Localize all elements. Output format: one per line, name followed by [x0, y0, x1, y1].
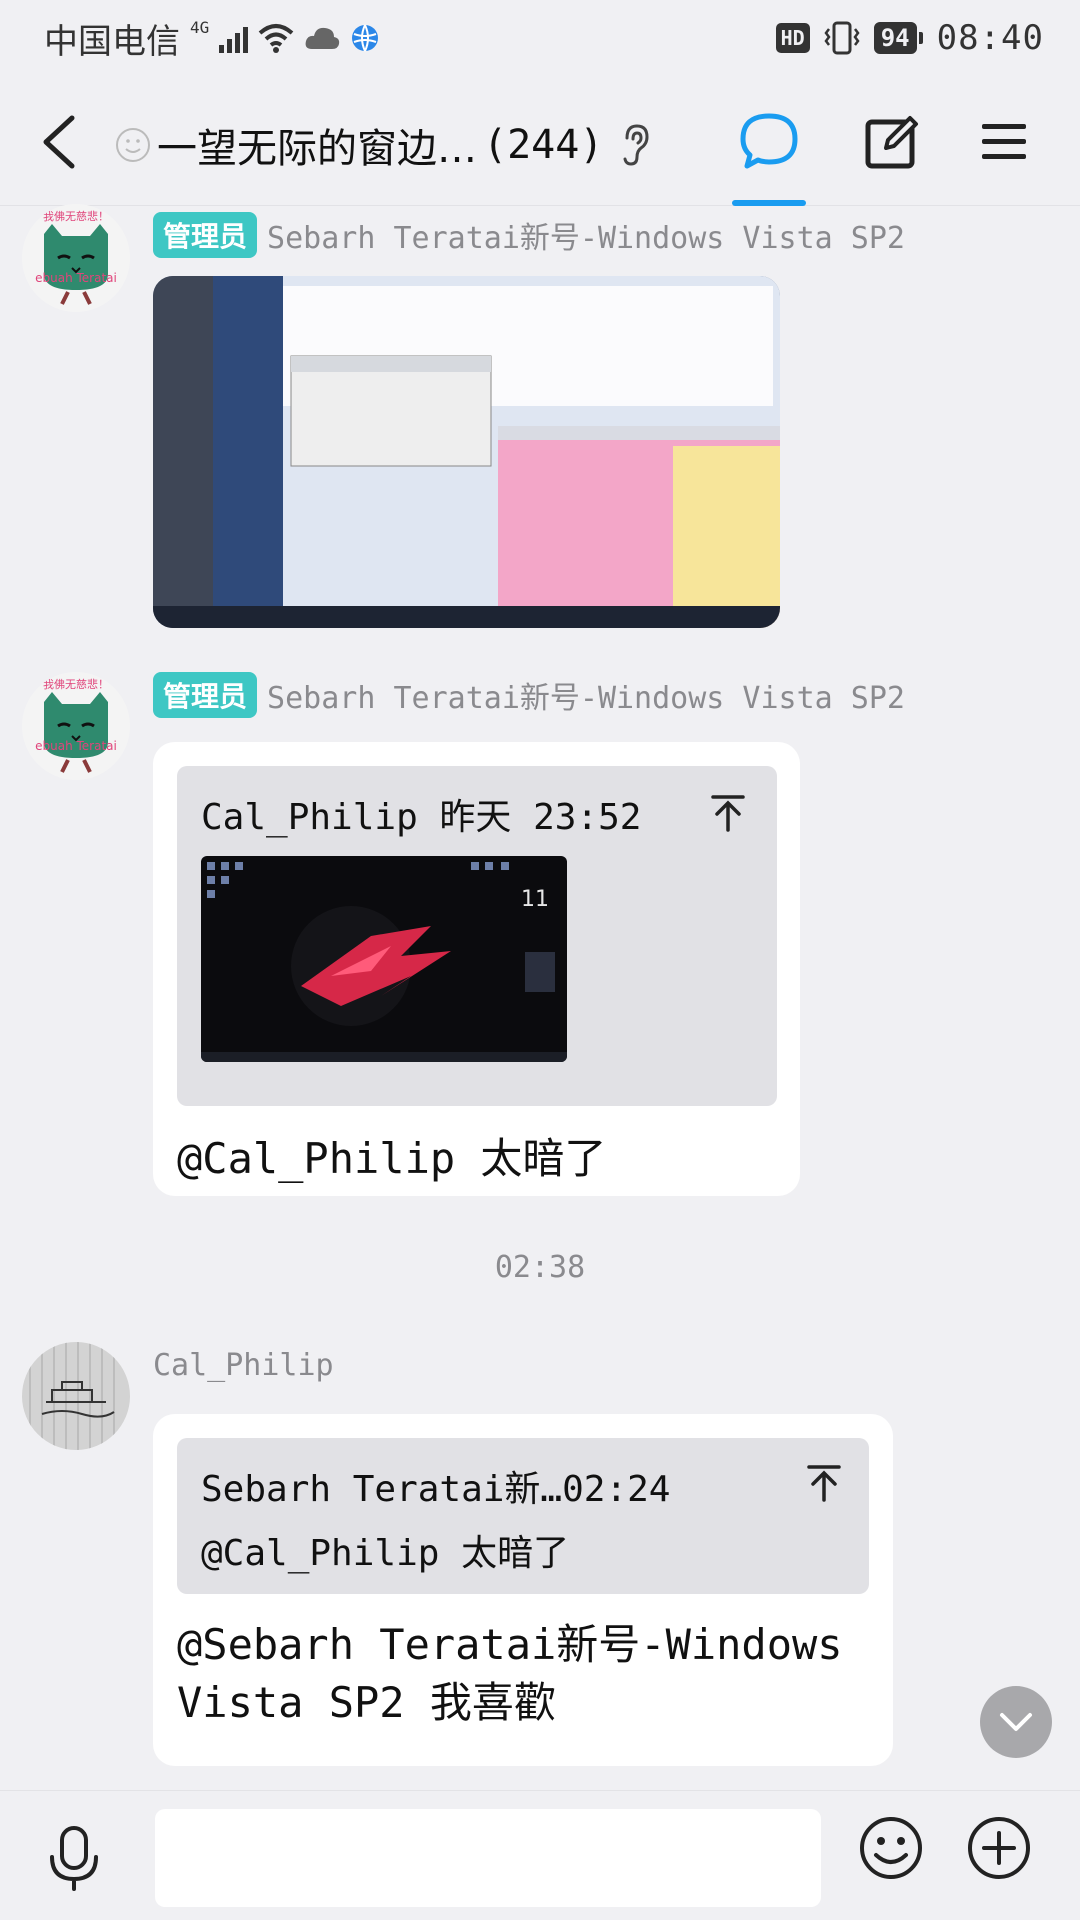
ear-icon: [623, 124, 649, 166]
message-text: @Sebarh Teratai新号-Windows Vista SP2 我喜歡: [177, 1620, 843, 1727]
quoted-message[interactable]: Sebarh Teratai新…02:24 @Cal_Philip 太暗了: [177, 1438, 869, 1594]
hd-badge: HD: [775, 23, 810, 53]
avatar-cat-icon: 我佛无慈悲！ ebuah Teratai: [22, 672, 130, 780]
avatar-cat-icon: 我佛无慈悲！ ebuah Teratai: [22, 204, 130, 312]
chevron-down-icon: [1000, 1713, 1032, 1731]
message-input[interactable]: [155, 1809, 821, 1907]
tab-chat[interactable]: [732, 112, 806, 206]
battery-icon: 94: [873, 22, 923, 54]
vibrate-icon: [824, 21, 860, 55]
network-type: 4G: [190, 17, 210, 37]
message-text: @Cal_Philip 太暗了: [177, 1134, 607, 1183]
edit-icon[interactable]: [864, 114, 920, 170]
menu-icon[interactable]: [980, 120, 1028, 164]
chat-title-text: 一望无际的窗边…: [157, 126, 477, 172]
signal-icon: [219, 23, 249, 53]
svg-text:11: 11: [521, 887, 549, 912]
quote-author-time: Cal_Philip 昨天 23:52: [201, 797, 642, 838]
quote-author-time: Sebarh Teratai新…02:24: [201, 1469, 671, 1510]
plus-icon[interactable]: [966, 1815, 1032, 1881]
active-tab-indicator: [732, 200, 806, 206]
carrier-label: 中国电信: [44, 21, 180, 62]
sender-line: 管理员 Sebarh Teratai新号-Windows Vista SP2: [153, 212, 905, 258]
avatar[interactable]: 我佛无慈悲！ ebuah Teratai: [22, 672, 130, 780]
svg-text:我佛无慈悲！: 我佛无慈悲！: [43, 677, 109, 691]
message-bubble[interactable]: Cal_Philip 昨天 23:52 11 @Cal_Philip 太暗了: [153, 742, 800, 1196]
message-bubble[interactable]: Sebarh Teratai新…02:24 @Cal_Philip 太暗了 @S…: [153, 1414, 893, 1766]
status-bar: 中国电信 4G HD 94 08:40: [0, 0, 1080, 76]
quoted-image[interactable]: 11: [201, 856, 567, 1062]
avatar-sketch-icon: [22, 1342, 130, 1450]
svg-text:ebuah Teratai: ebuah Teratai: [35, 271, 117, 285]
sender-name[interactable]: Cal_Philip: [153, 1348, 334, 1383]
desktop-wallpaper-image: 11: [201, 856, 567, 1062]
admin-badge: 管理员: [153, 212, 258, 258]
microphone-icon[interactable]: [46, 1825, 102, 1891]
clock: 08:40: [936, 18, 1044, 58]
member-count: (244): [483, 122, 604, 168]
browser-icon: [352, 24, 379, 52]
scroll-to-bottom-button[interactable]: [980, 1686, 1052, 1758]
input-bar: [0, 1790, 1080, 1920]
message-image[interactable]: [153, 276, 780, 628]
quoted-message[interactable]: Cal_Philip 昨天 23:52 11: [177, 766, 777, 1106]
chat-bubble-icon: [740, 113, 798, 169]
sender-line: 管理员 Sebarh Teratai新号-Windows Vista SP2: [153, 672, 905, 718]
time-separator: 02:38: [494, 1250, 586, 1285]
back-arrow-icon[interactable]: [38, 114, 82, 170]
quote-text: @Cal_Philip 太暗了: [201, 1533, 570, 1574]
screenshot-image: [153, 276, 780, 628]
chat-header: 一望无际的窗边… (244): [0, 76, 1080, 206]
svg-text:我佛无慈悲！: 我佛无慈悲！: [43, 209, 109, 223]
emoji-icon[interactable]: [858, 1815, 924, 1881]
smiley-icon: [116, 128, 150, 162]
svg-text:ebuah Teratai: ebuah Teratai: [35, 739, 117, 753]
sender-name[interactable]: Sebarh Teratai新号-Windows Vista SP2: [267, 673, 905, 717]
jump-to-quote-icon[interactable]: [711, 794, 745, 832]
admin-badge: 管理员: [153, 672, 258, 718]
chat-title[interactable]: 一望无际的窗边… (244): [115, 116, 651, 174]
avatar[interactable]: [22, 1342, 130, 1450]
jump-to-quote-icon[interactable]: [807, 1464, 841, 1502]
cloud-icon: [305, 27, 340, 49]
sender-name[interactable]: Sebarh Teratai新号-Windows Vista SP2: [267, 213, 905, 257]
wifi-icon: [258, 24, 294, 53]
avatar[interactable]: 我佛无慈悲！ ebuah Teratai: [22, 204, 130, 312]
sender-line: Cal_Philip: [153, 1348, 334, 1383]
battery-level: 94: [873, 22, 917, 54]
